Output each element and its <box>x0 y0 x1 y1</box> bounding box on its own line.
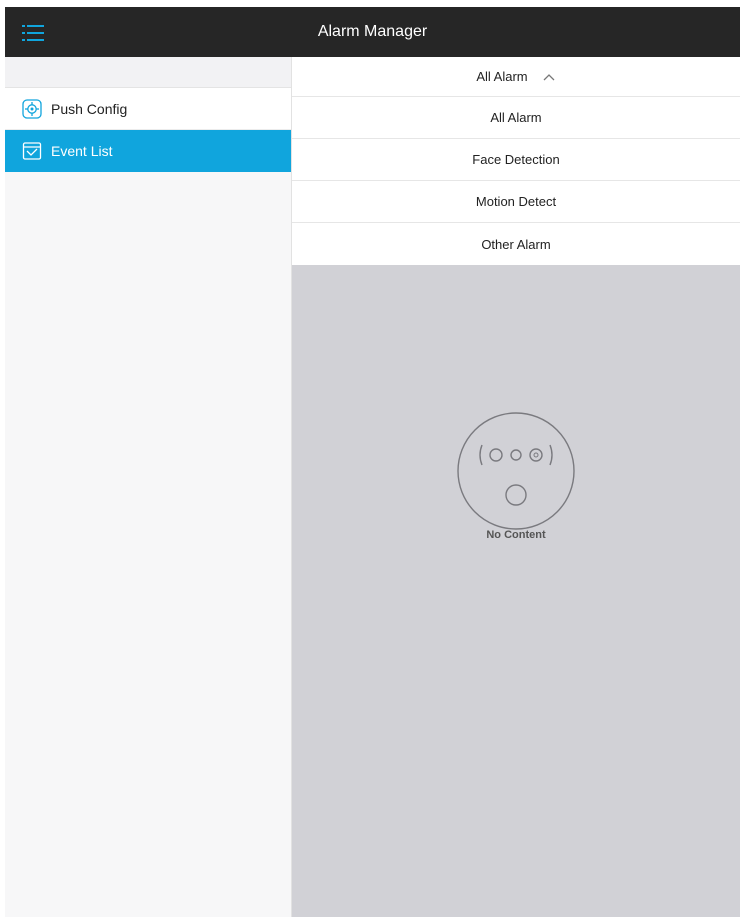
option-other-alarm[interactable]: Other Alarm <box>292 223 740 265</box>
sidebar-item-push-config[interactable]: Push Config <box>5 88 291 130</box>
option-all-alarm[interactable]: All Alarm <box>292 97 740 139</box>
page-title: Alarm Manager <box>317 23 428 40</box>
menu-icon <box>22 25 44 41</box>
gear-icon <box>21 98 43 120</box>
sidebar-item-label: Event List <box>51 143 113 159</box>
top-bar: Alarm Manager <box>5 7 740 57</box>
no-content-icon <box>457 412 575 530</box>
sidebar-spacer <box>5 57 291 88</box>
chevron-up-icon <box>542 72 556 82</box>
dropdown-selected-label: All Alarm <box>476 69 528 84</box>
option-motion-detect[interactable]: Motion Detect <box>292 181 740 223</box>
menu-button[interactable] <box>18 21 48 45</box>
sidebar: Push Config Event List <box>5 57 292 917</box>
main-content: All Alarm All Alarm Face Detection Motio… <box>292 57 740 917</box>
sidebar-item-event-list[interactable]: Event List <box>5 130 291 172</box>
event-list-icon <box>21 140 43 162</box>
empty-state-label: No Content <box>486 529 546 541</box>
empty-state: No Content <box>292 409 740 541</box>
sidebar-item-label: Push Config <box>51 100 128 117</box>
option-face-detection[interactable]: Face Detection <box>292 139 740 181</box>
alarm-filter-dropdown[interactable]: All Alarm <box>292 57 740 97</box>
dropdown-options: All Alarm Face Detection Motion Detect O… <box>292 97 740 265</box>
